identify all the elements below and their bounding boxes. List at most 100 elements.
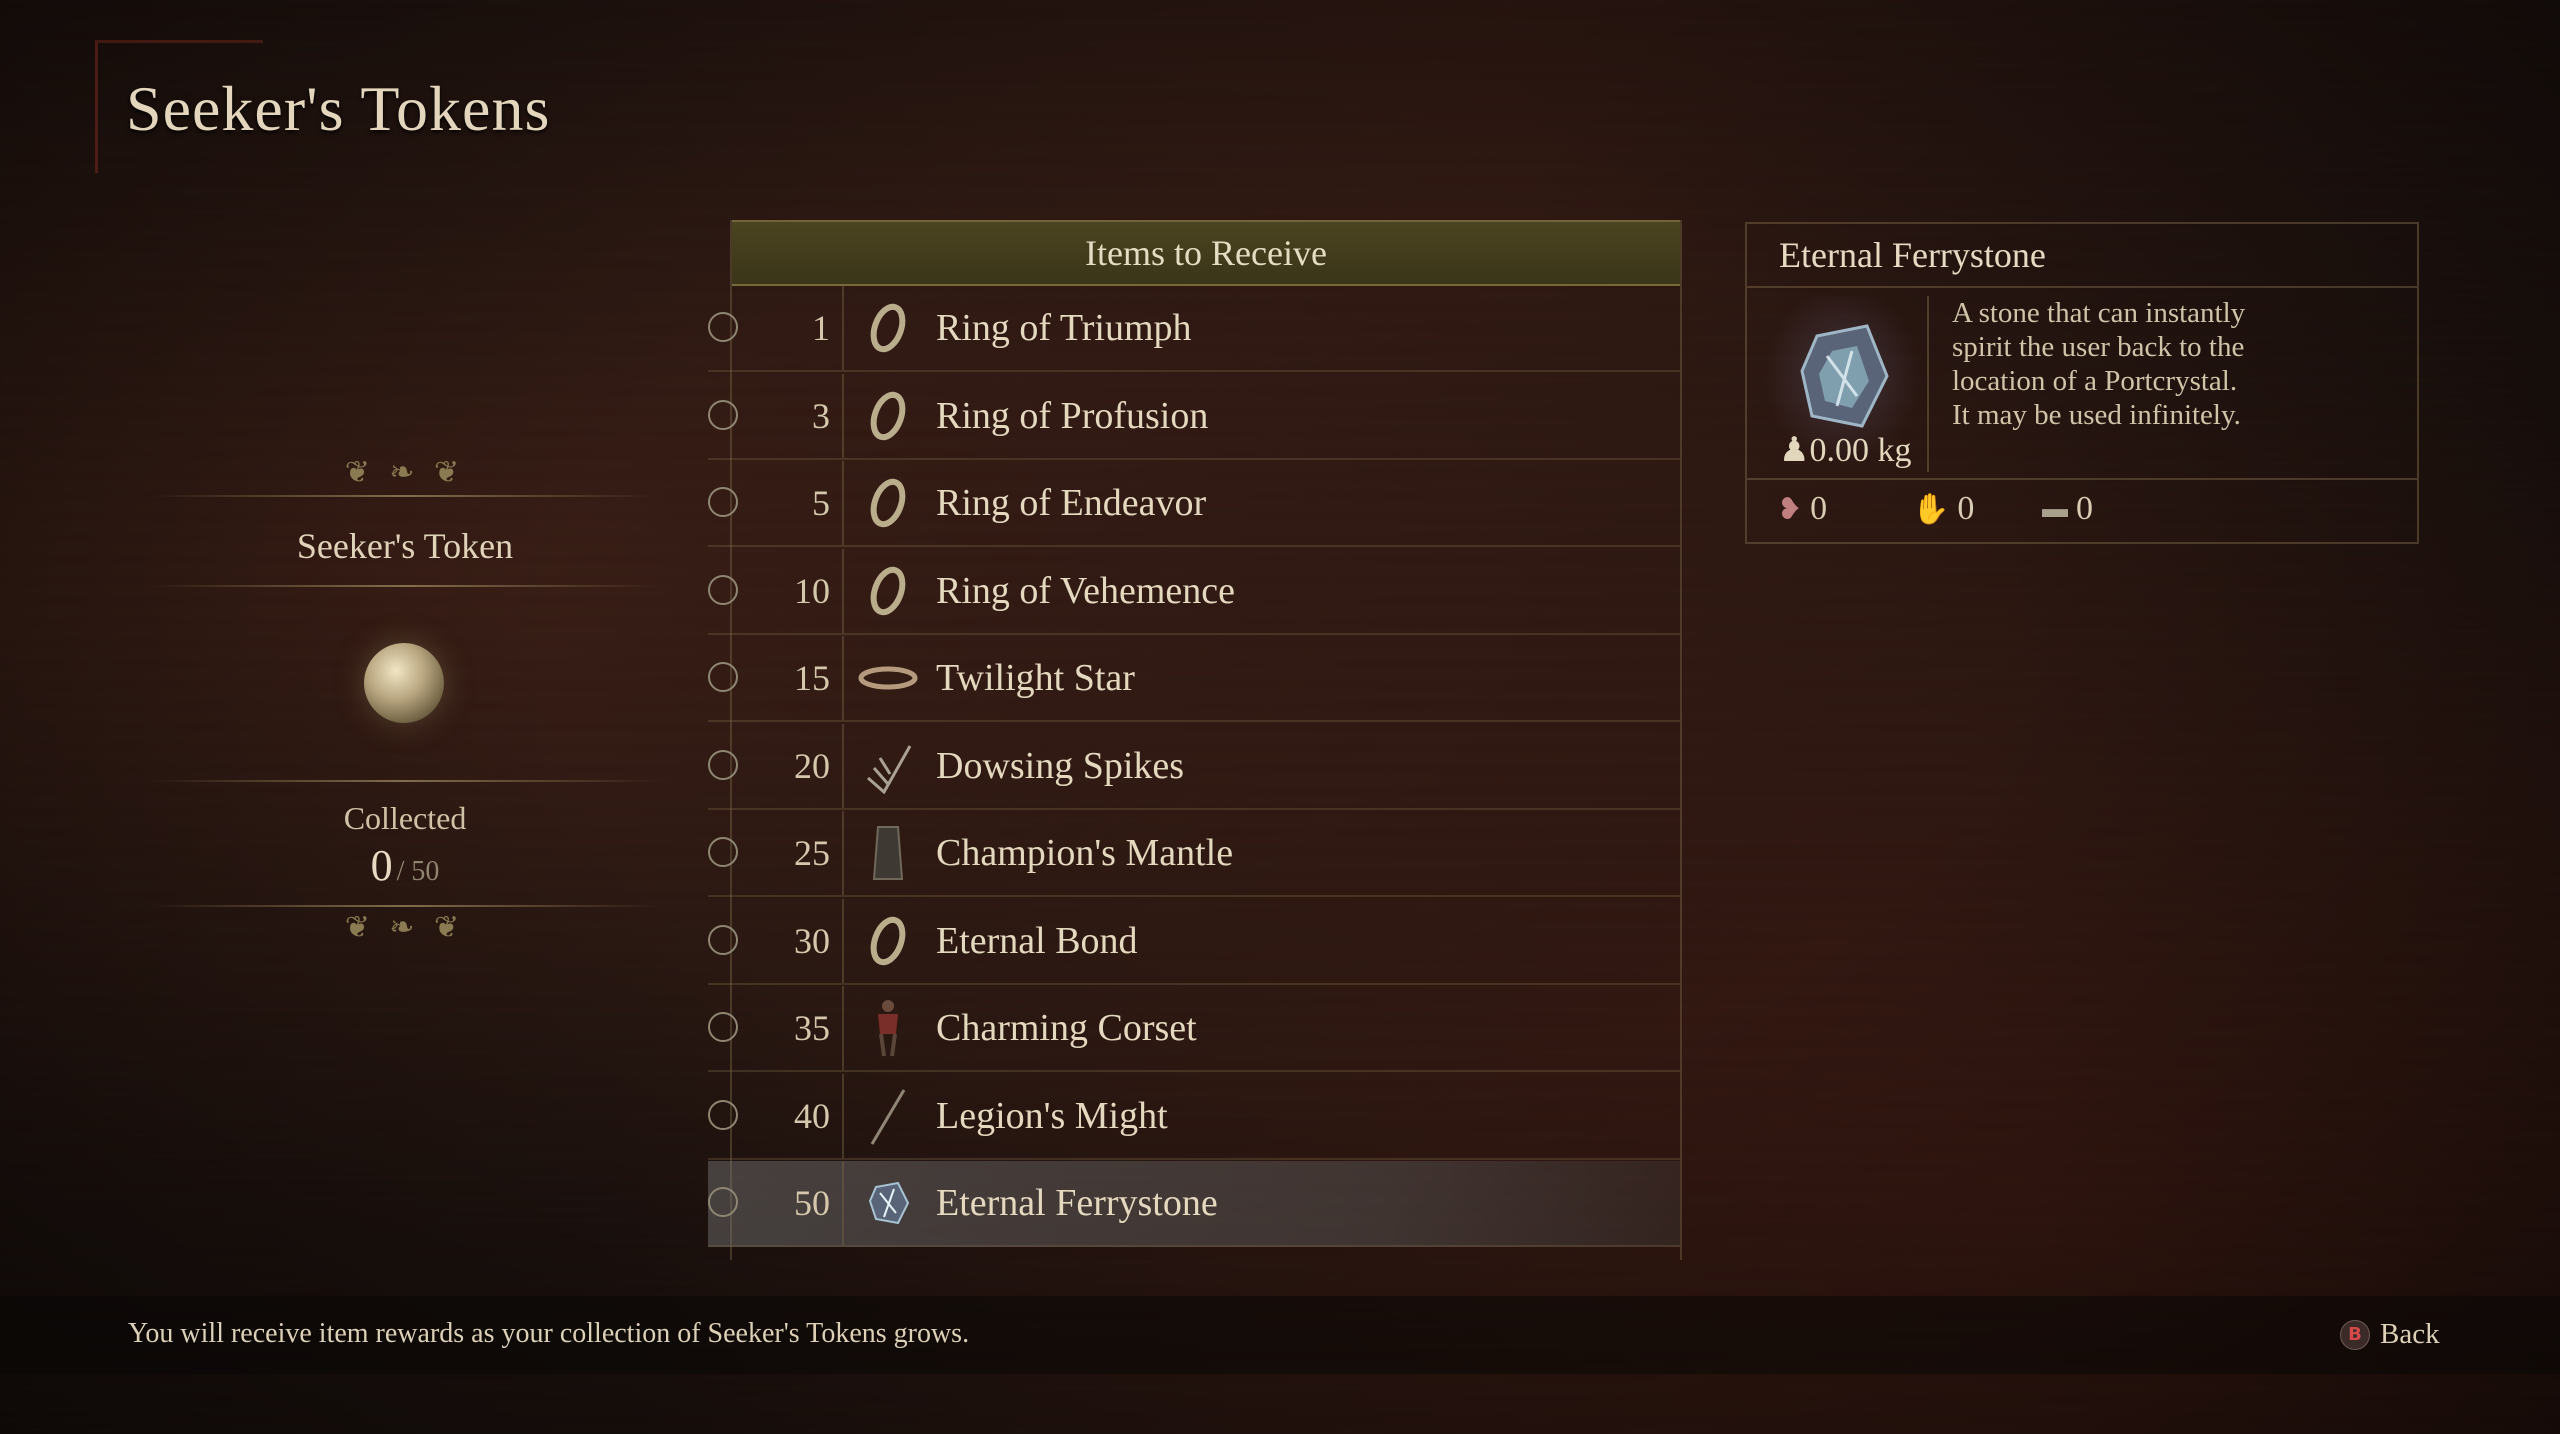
items-list: 1 Ring of Triumph 3 Ring of Profusion 5 Ring …: [708, 286, 1680, 1249]
reward-item-name: Ring of Vehemence: [936, 569, 1235, 612]
token-threshold: 15: [794, 658, 830, 698]
item-weight: ♟0.00 kg: [1779, 430, 1911, 470]
reward-item-name: Twilight Star: [936, 657, 1135, 699]
reward-item-name: Charming Corset: [936, 1007, 1197, 1049]
token-threshold: 20: [794, 745, 830, 786]
item-description: A stone that can instantly spirit the us…: [1952, 297, 2246, 431]
reward-item-name: Champion's Mantle: [936, 832, 1234, 874]
reward-item-name: Eternal Ferrystone: [936, 1182, 1218, 1224]
claim-status-radio: [708, 1187, 738, 1217]
ring-icon: [858, 298, 918, 358]
items-list-header: Items to Receive: [732, 220, 1680, 286]
back-button[interactable]: B Back: [2340, 1318, 2440, 1351]
claim-status-radio: [708, 749, 738, 780]
token-threshold: 40: [794, 1095, 830, 1136]
detail-divider: [1747, 286, 2417, 288]
stats-divider: [1747, 478, 2417, 480]
claim-status-radio: [708, 662, 738, 692]
reward-row[interactable]: 50 Eternal Ferrystone: [708, 1161, 1680, 1247]
ring-icon: [858, 911, 918, 971]
b-button-icon: B: [2340, 1319, 2370, 1350]
claim-status-radio: [708, 1012, 738, 1042]
reward-item-name: Ring of Triumph: [936, 307, 1192, 349]
row-separator: [842, 811, 844, 895]
ring-icon: [858, 386, 918, 446]
armor-icon: [858, 998, 918, 1058]
token-threshold: 50: [794, 1183, 830, 1223]
middle-divider: [150, 585, 660, 587]
collected-count: 0 / 50: [150, 840, 660, 891]
page-title: Seeker's Tokens: [126, 73, 551, 144]
spikes-icon: [858, 736, 918, 796]
token-threshold: 25: [794, 833, 830, 873]
reward-row[interactable]: 5 Ring of Endeavor: [708, 461, 1680, 547]
token-threshold: 3: [812, 395, 830, 436]
row-separator: [842, 986, 844, 1070]
reward-row[interactable]: 15 Twilight Star: [708, 636, 1680, 722]
reward-row[interactable]: 30 Eternal Bond: [708, 898, 1680, 985]
claim-status-radio: [708, 574, 738, 605]
reward-item-name: Dowsing Spikes: [936, 744, 1185, 787]
stat-storage-value: 0: [2076, 490, 2093, 527]
row-separator: [842, 636, 844, 720]
items-list-panel: Items to Receive 1 Ring of Triumph 3 Ring o…: [708, 220, 1682, 1260]
token-name: Seeker's Token: [296, 526, 514, 566]
reward-row[interactable]: 25 Champion's Mantle: [708, 811, 1680, 897]
weight-value: 0.00 kg: [1809, 432, 1912, 469]
reward-row[interactable]: 10 Ring of Vehemence: [708, 548, 1680, 635]
claim-status-radio: [708, 487, 738, 517]
claim-status-radio: [708, 312, 738, 342]
row-separator: [842, 898, 844, 983]
owned-icon: ❥: [1777, 492, 1803, 526]
top-divider: [150, 495, 660, 497]
token-threshold: 35: [794, 1008, 830, 1048]
claim-status-radio: [708, 399, 738, 430]
lower-divider: [150, 780, 660, 782]
footer-hint: You will receive item rewards as your co…: [128, 1318, 970, 1349]
row-separator: [842, 548, 844, 633]
reward-row[interactable]: 35 Charming Corset: [708, 986, 1680, 1072]
reward-row[interactable]: 3 Ring of Profusion: [708, 373, 1680, 460]
top-vine-ornament: ❦ ❧ ❦: [344, 456, 466, 489]
stat-storage: ▬ 0: [2042, 490, 2093, 528]
row-separator: [842, 1161, 844, 1245]
storage-icon: ▬: [2042, 494, 2068, 523]
claim-status-radio: [708, 924, 738, 955]
collected-label: Collected: [343, 800, 467, 836]
reward-item-name: Ring of Endeavor: [936, 482, 1207, 524]
collected-total: / 50: [396, 856, 440, 887]
circlet-icon: [858, 648, 918, 708]
claim-status-radio: [708, 1099, 738, 1130]
back-label: Back: [2380, 1318, 2440, 1350]
item-detail-title: Eternal Ferrystone: [1779, 235, 2046, 275]
token-threshold: 1: [812, 308, 830, 348]
row-separator: [842, 1073, 844, 1158]
reward-row[interactable]: 40 Legion's Might: [708, 1073, 1680, 1160]
weight-icon: ♟: [1779, 432, 1810, 469]
row-separator: [842, 373, 844, 458]
reward-item-name: Ring of Profusion: [936, 394, 1209, 437]
stat-in-hand-value: 0: [1957, 490, 1975, 527]
reward-item-name: Eternal Bond: [936, 919, 1138, 962]
stat-owned: ❥ 0: [1777, 490, 1827, 528]
token-threshold: 10: [794, 570, 830, 611]
bottom-divider: [150, 905, 660, 907]
hand-icon: ✋: [1912, 492, 1950, 526]
mantle-icon: [858, 823, 918, 883]
row-separator: [842, 286, 844, 370]
token-threshold: 5: [812, 483, 830, 523]
stat-owned-value: 0: [1810, 490, 1828, 527]
reward-row[interactable]: 1 Ring of Triumph: [708, 286, 1680, 372]
token-threshold: 30: [794, 920, 830, 961]
collected-value: 0: [370, 841, 393, 890]
stat-in-hand: ✋ 0: [1912, 490, 1974, 528]
ring-icon: [858, 473, 918, 533]
reward-item-name: Legion's Might: [936, 1094, 1168, 1137]
staff-icon: [858, 1086, 918, 1146]
seekers-token-icon: [364, 643, 444, 723]
reward-row[interactable]: 20 Dowsing Spikes: [708, 723, 1680, 810]
ferrystone-icon: [858, 1173, 918, 1233]
item-detail-panel: Eternal Ferrystone A stone that can inst…: [1745, 222, 2419, 544]
row-separator: [842, 461, 844, 545]
row-separator: [842, 723, 844, 808]
